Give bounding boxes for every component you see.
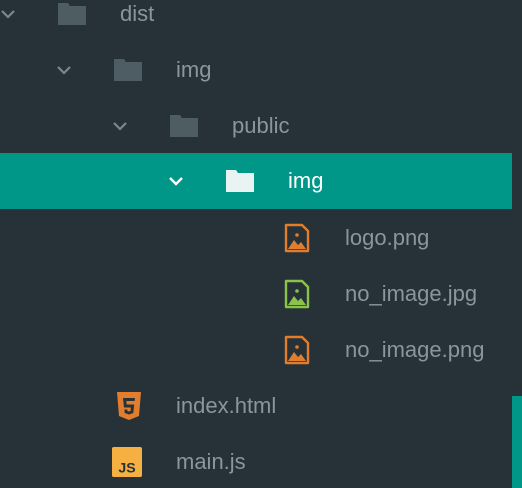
javascript-icon: JS xyxy=(112,447,142,477)
folder-icon xyxy=(58,3,86,25)
tree-item-logo-png[interactable]: logo.png xyxy=(0,210,522,266)
tree-item-no-image-jpg[interactable]: no_image.jpg xyxy=(0,266,522,322)
tree-item-index-html[interactable]: index.html xyxy=(0,378,522,434)
tree-item-no-image-png[interactable]: no_image.png xyxy=(0,322,522,378)
chevron-down-icon[interactable] xyxy=(0,5,17,23)
scrollbar-thumb[interactable] xyxy=(512,396,522,488)
tree-item-label: logo.png xyxy=(345,225,430,250)
folder-icon xyxy=(170,115,198,137)
tree-item-img-folder[interactable]: img xyxy=(0,42,522,98)
html5-icon xyxy=(117,392,141,420)
tree-item-main-js[interactable]: JS main.js xyxy=(0,434,522,488)
tree-item-label: dist xyxy=(120,1,155,26)
chevron-down-icon[interactable] xyxy=(167,172,185,190)
js-badge-label: JS xyxy=(118,460,135,476)
tree-item-label: no_image.png xyxy=(345,337,485,362)
tree-item-label: public xyxy=(232,113,290,138)
tree-item-label: index.html xyxy=(176,393,277,418)
tree-item-label: img xyxy=(176,57,212,82)
chevron-down-icon[interactable] xyxy=(111,117,129,135)
tree-item-label: no_image.jpg xyxy=(345,281,478,306)
image-icon xyxy=(284,335,310,365)
tree-item-label: main.js xyxy=(176,449,246,474)
tree-item-dist-folder[interactable]: dist xyxy=(0,0,522,42)
image-icon xyxy=(284,223,310,253)
tree-item-label: img xyxy=(288,168,324,193)
folder-icon xyxy=(226,170,254,192)
chevron-down-icon[interactable] xyxy=(55,61,73,79)
tree-item-img-folder-selected[interactable]: img xyxy=(0,153,512,209)
tree-item-public-folder[interactable]: public xyxy=(0,98,522,154)
image-icon xyxy=(284,279,310,309)
folder-icon xyxy=(114,59,142,81)
file-explorer-tree: dist img public img logo.png no_image.jp… xyxy=(0,0,522,488)
